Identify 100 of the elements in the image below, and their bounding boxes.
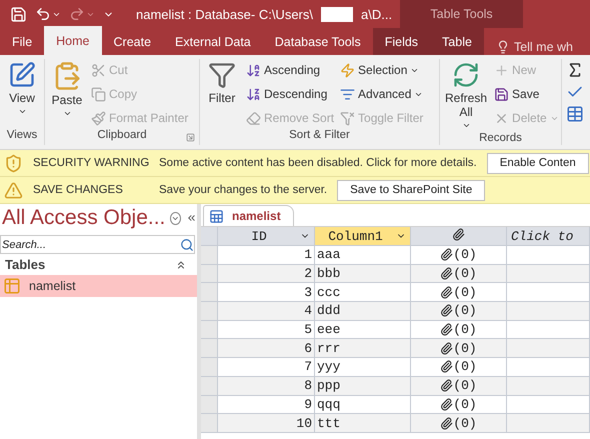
table-cell: bbb	[315, 264, 411, 284]
paperclip-icon	[440, 323, 454, 336]
plus-icon	[494, 62, 510, 78]
table-cell: 8	[218, 376, 315, 396]
ribbon-tab[interactable]: External Data	[163, 28, 263, 55]
table-cell: ttt	[315, 414, 411, 433]
attachment-cell[interactable]: (0)	[411, 302, 507, 321]
attachment-cell[interactable]: (0)	[411, 283, 507, 302]
search-field[interactable]: Search...	[0, 235, 195, 254]
ribbon-button[interactable]: View	[3, 59, 41, 118]
shield-warning-icon	[4, 154, 23, 172]
attachment-cell[interactable]: (0)	[411, 339, 507, 358]
ribbon-tab[interactable]: Fields	[372, 28, 430, 55]
datasheet-icon	[209, 208, 224, 224]
paperclip-icon	[440, 304, 454, 318]
ribbon-button[interactable]: Descending	[245, 83, 336, 105]
eraser-icon	[246, 110, 261, 126]
window-title: namelist : Database- C:\Users\	[136, 6, 313, 22]
message-title: SECURITY WARNING	[33, 157, 149, 169]
table-cell: aaa	[315, 246, 411, 265]
search-input[interactable]: Search...	[1, 238, 180, 250]
paperclip-icon	[440, 416, 454, 430]
sort-za-icon	[246, 86, 261, 102]
table-cell: eee	[315, 320, 411, 340]
ribbon-button[interactable]: Save	[493, 83, 560, 105]
ribbon-button[interactable]: Refresh All	[443, 59, 490, 132]
filter-list-icon	[340, 86, 356, 102]
table-cell: rrr	[315, 339, 411, 358]
message-text: Some active content has been disabled. Click for more details.	[159, 157, 477, 169]
ribbon-button[interactable]: Filter	[203, 59, 241, 107]
group-label: Views	[6, 129, 38, 143]
table-cell: 10	[218, 414, 315, 433]
attachment-cell[interactable]: (0)	[411, 358, 507, 377]
document-tab[interactable]: namelist	[203, 205, 294, 226]
ribbon-button[interactable]: Selection	[339, 59, 424, 81]
dropdown-icon[interactable]	[170, 212, 182, 224]
message-button[interactable]: Save to SharePoint Site	[337, 180, 486, 200]
dialog-launcher-icon[interactable]	[186, 133, 195, 142]
save-icon[interactable]	[10, 6, 27, 22]
table-cell: ddd	[315, 302, 411, 321]
group-title: Tables	[5, 257, 46, 272]
attachment-cell[interactable]: (0)	[411, 396, 507, 414]
window-title: a\D...	[360, 6, 392, 22]
table-cell: ppp	[315, 376, 411, 396]
refresh-icon	[452, 61, 480, 89]
table-cell: 7	[218, 358, 315, 377]
tell-me-box[interactable]: Tell me wh	[484, 39, 579, 55]
undo-icon	[34, 6, 51, 22]
sort-az-icon	[246, 62, 261, 78]
attachment-cell[interactable]: (0)	[411, 376, 507, 396]
table-icon	[3, 277, 21, 295]
table-cell: 2	[218, 264, 315, 284]
ribbon-tab[interactable]: Home	[44, 26, 102, 55]
attachment-cell[interactable]: (0)	[411, 246, 507, 265]
redo-button[interactable]	[68, 6, 95, 22]
nav-item[interactable]: namelist	[0, 275, 197, 297]
attachment-cell[interactable]: (0)	[411, 264, 507, 284]
funnel-icon	[208, 61, 236, 89]
attachment-cell[interactable]: (0)	[411, 320, 507, 340]
paperclip-icon	[440, 360, 454, 374]
table-cell: yyy	[315, 358, 411, 377]
attachment-cell[interactable]: (0)	[411, 414, 507, 433]
brush-icon	[91, 110, 106, 126]
column-header[interactable]: Column1	[315, 227, 411, 246]
ribbon-tab[interactable]: File	[0, 28, 44, 55]
ribbon-button[interactable]: Advanced	[339, 83, 424, 105]
table-cell: 1	[218, 246, 315, 265]
collapse-icon[interactable]	[175, 258, 187, 270]
table-cell: 3	[218, 283, 315, 302]
table-cell: ccc	[315, 283, 411, 302]
table-cell: 9	[218, 396, 315, 414]
table-cell: 5	[218, 320, 315, 340]
message-title: SAVE CHANGES	[33, 184, 124, 196]
ribbon-tab[interactable]: Database Tools	[262, 28, 373, 55]
group-label: Sort & Filter	[288, 129, 351, 143]
table-icon[interactable]	[566, 105, 584, 123]
undo-button[interactable]	[34, 6, 61, 22]
column-header[interactable]: ID	[218, 227, 315, 246]
table-cell: qqq	[315, 396, 411, 414]
table-cell: 6	[218, 339, 315, 358]
ribbon-button[interactable]: Ascending	[245, 59, 336, 81]
ribbon-tab[interactable]: Table	[430, 28, 484, 55]
redaction-mark	[321, 6, 353, 22]
group-label: Clipboard	[96, 129, 148, 143]
paperclip-icon	[452, 228, 465, 240]
message-button[interactable]: Enable Conten	[486, 152, 589, 174]
scissors-icon	[91, 62, 106, 78]
lightning-icon	[340, 62, 356, 78]
nav-title: All Access Obje...	[2, 206, 166, 230]
column-header[interactable]	[411, 227, 507, 246]
ribbon-tab[interactable]: Create	[102, 28, 164, 55]
filter-x-icon	[340, 110, 356, 126]
group-label: Records	[478, 132, 523, 145]
search-icon[interactable]	[180, 238, 194, 252]
ribbon-button[interactable]: Paste	[48, 59, 86, 120]
table-cell: 4	[218, 302, 315, 321]
paperclip-icon	[440, 248, 454, 262]
warning-icon	[4, 180, 23, 200]
column-header[interactable]: Click to	[507, 227, 590, 246]
paperclip-icon	[440, 267, 454, 280]
